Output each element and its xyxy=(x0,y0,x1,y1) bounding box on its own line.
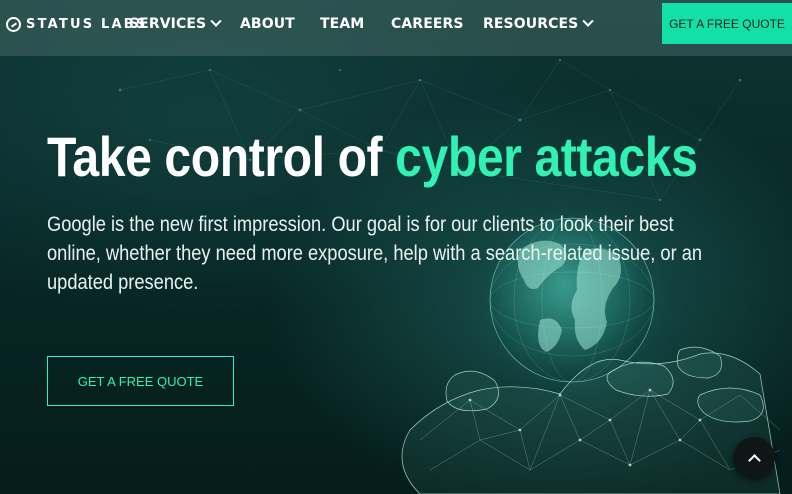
nav-get-quote-button[interactable]: GET A FREE QUOTE xyxy=(662,3,792,44)
nav-item-resources[interactable]: RESOURCES xyxy=(483,14,594,34)
nav-item-label: ABOUT xyxy=(240,16,295,32)
nav-item-careers[interactable]: CAREERS xyxy=(391,14,464,34)
scroll-to-top-button[interactable] xyxy=(733,437,775,479)
headline-accent: cyber attacks xyxy=(395,125,698,188)
nav-item-label: RESOURCES xyxy=(483,16,579,32)
brand-logo[interactable]: STATUS LABS xyxy=(6,15,147,33)
nav-item-label: TEAM xyxy=(320,16,365,32)
top-navbar: STATUS LABS SERVICES ABOUT TEAM CAREERS … xyxy=(0,0,792,56)
status-labs-logo-icon xyxy=(6,16,21,32)
hero-section: STATUS LABS SERVICES ABOUT TEAM CAREERS … xyxy=(0,0,792,494)
nav-item-label: SERVICES xyxy=(129,16,207,32)
nav-item-services[interactable]: SERVICES xyxy=(129,14,222,34)
nav-item-about[interactable]: ABOUT xyxy=(240,14,295,34)
nav-item-label: CAREERS xyxy=(391,16,464,32)
chevron-down-icon xyxy=(582,15,594,27)
nav-item-team[interactable]: TEAM xyxy=(320,14,364,34)
hero-subtext: Google is the new first impression. Our … xyxy=(47,213,703,294)
hero-headline: Take control of cyber attacks xyxy=(47,124,698,190)
hero-get-quote-button[interactable]: GET A FREE QUOTE xyxy=(47,356,234,406)
chevron-down-icon xyxy=(210,15,222,27)
chevron-up-icon xyxy=(747,453,761,467)
headline-plain: Take control of xyxy=(47,125,383,188)
